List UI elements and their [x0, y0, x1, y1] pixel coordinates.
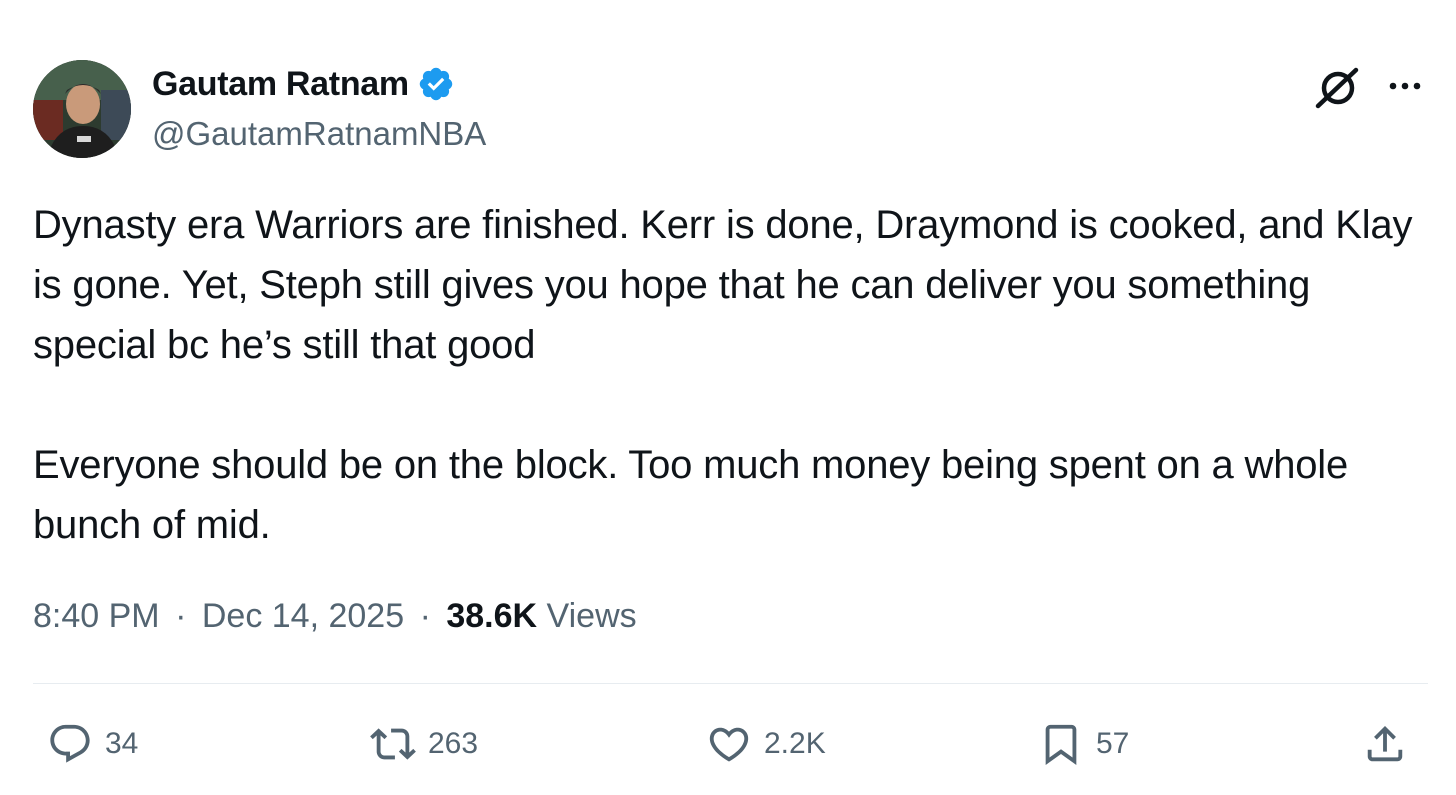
reply-count: 34 — [105, 727, 139, 760]
bookmark-button[interactable]: 57 — [1038, 716, 1129, 772]
verified-badge-icon — [417, 65, 455, 103]
more-icon[interactable] — [1385, 73, 1425, 99]
tweet-meta: 8:40 PM · Dec 14, 2025 · 38.6K Views — [33, 591, 637, 641]
tweet-date[interactable]: Dec 14, 2025 — [202, 597, 404, 635]
bookmark-count: 57 — [1096, 727, 1130, 760]
tweet-paragraph: Everyone should be on the block. Too muc… — [33, 443, 1349, 547]
tweet-time[interactable]: 8:40 PM — [33, 597, 160, 635]
author-handle[interactable]: @GautamRatnamNBA — [152, 114, 486, 154]
bookmark-icon — [1045, 724, 1077, 765]
reply-icon — [50, 724, 90, 763]
heart-icon — [709, 727, 749, 762]
reply-button[interactable]: 34 — [47, 716, 138, 772]
divider — [33, 683, 1428, 684]
like-button[interactable]: 2.2K — [706, 716, 826, 772]
like-count: 2.2K — [764, 727, 826, 760]
repost-button[interactable]: 263 — [370, 716, 478, 772]
author-display-name[interactable]: Gautam Ratnam — [152, 64, 409, 104]
avatar[interactable] — [33, 60, 131, 158]
meta-separator: · — [175, 597, 187, 635]
tweet-paragraph: Dynasty era Warriors are finished. Kerr … — [33, 203, 1413, 367]
grok-icon[interactable] — [1314, 66, 1362, 110]
share-icon — [1367, 725, 1403, 762]
repost-count: 263 — [428, 727, 479, 760]
repost-icon — [370, 728, 416, 760]
views-count[interactable]: 38.6K — [446, 597, 537, 635]
views-label[interactable]: Views — [547, 597, 637, 635]
tweet-text: Dynasty era Warriors are finished. Kerr … — [33, 195, 1433, 555]
meta-separator: · — [419, 597, 431, 635]
share-button[interactable] — [1362, 716, 1408, 772]
